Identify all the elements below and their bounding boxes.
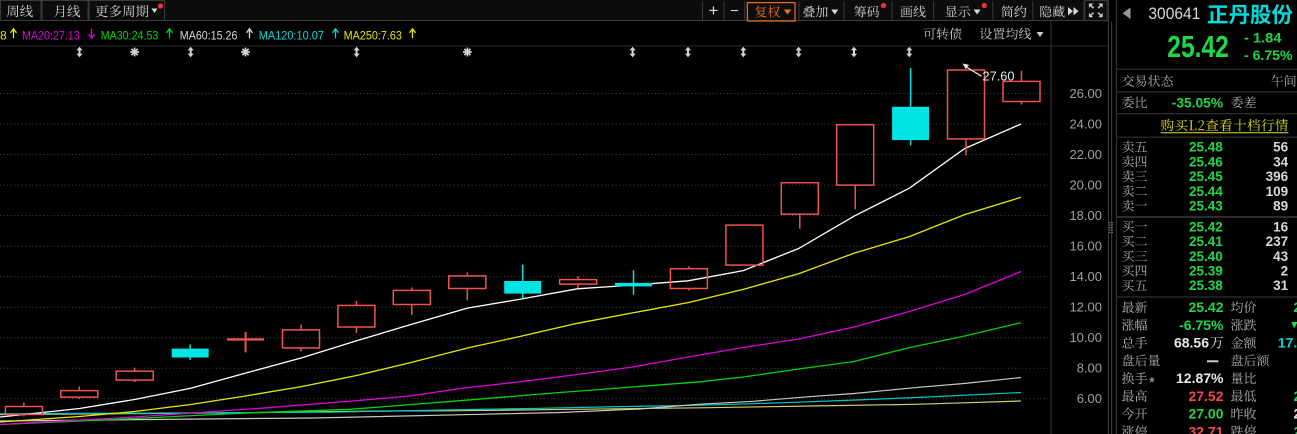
svg-text:16: 16 [1273,219,1289,234]
svg-text:24.00: 24.00 [1069,117,1102,132]
svg-text:10.00: 10.00 [1069,330,1102,345]
svg-text:18.00: 18.00 [1069,208,1102,223]
svg-text:24: 24 [1294,423,1297,434]
svg-text:300641: 300641 [1148,5,1200,23]
svg-text:2: 2 [1281,263,1289,278]
svg-text:−: − [730,3,739,20]
svg-text:12.87%: 12.87% [1176,370,1224,386]
svg-text:109: 109 [1266,184,1289,199]
svg-text:-35.05%: -35.05% [1172,94,1224,110]
svg-text:27.60: 27.60 [983,68,1015,83]
svg-text:27.52: 27.52 [1188,388,1223,404]
svg-text:20.00: 20.00 [1069,178,1102,193]
svg-text:*: * [1149,374,1155,391]
svg-text:- 6.75%: - 6.75% [1244,48,1293,63]
svg-text:25.46: 25.46 [1189,154,1223,169]
svg-text:25.42: 25.42 [1167,29,1229,64]
svg-text:+: + [709,1,719,20]
svg-text:26: 26 [1294,299,1297,315]
svg-text:26.00: 26.00 [1069,86,1102,101]
svg-text:25.42: 25.42 [1189,219,1223,234]
svg-text:32.71: 32.71 [1188,423,1223,434]
svg-text:MA30:24.53: MA30:24.53 [101,28,159,42]
svg-text:25.40: 25.40 [1189,249,1223,264]
svg-text:25.48: 25.48 [1189,140,1223,155]
svg-text:31: 31 [1273,278,1289,293]
svg-text:396: 396 [1266,169,1289,184]
svg-text:22.00: 22.00 [1069,147,1102,162]
svg-text:MA20:27.13: MA20:27.13 [22,28,80,42]
svg-text:25: 25 [1294,388,1297,404]
svg-text:43: 43 [1273,249,1289,264]
svg-text:25.39: 25.39 [1189,263,1223,278]
svg-text:25.43: 25.43 [1189,199,1223,214]
svg-text:MA250:7.63: MA250:7.63 [344,28,403,42]
svg-text:6.00: 6.00 [1077,391,1102,406]
svg-text:237: 237 [1266,234,1289,249]
svg-text:16.00: 16.00 [1069,239,1102,254]
svg-text:12.00: 12.00 [1069,300,1102,315]
svg-text:MA120:10.07: MA120:10.07 [259,28,324,42]
svg-text:25.44: 25.44 [1189,184,1223,199]
svg-text:27.00: 27.00 [1188,406,1223,422]
svg-text:25.45: 25.45 [1189,169,1223,184]
svg-text:25.42: 25.42 [1188,299,1223,315]
svg-text:25.38: 25.38 [1189,278,1223,293]
svg-text:25.41: 25.41 [1189,234,1223,249]
svg-text:89: 89 [1273,199,1288,214]
svg-text:27: 27 [1294,406,1297,422]
svg-text:34: 34 [1273,154,1289,169]
svg-text:14.00: 14.00 [1069,269,1102,284]
svg-text:8: 8 [0,28,7,42]
svg-text:8.00: 8.00 [1077,361,1102,376]
svg-text:MA60:15.26: MA60:15.26 [180,28,238,42]
svg-text:68.56: 68.56 [1174,335,1209,351]
svg-text:17.42: 17.42 [1278,335,1297,351]
svg-text:-6.75%: -6.75% [1179,317,1224,333]
svg-text:56: 56 [1273,140,1289,155]
svg-text:- 1.84: - 1.84 [1244,31,1282,46]
